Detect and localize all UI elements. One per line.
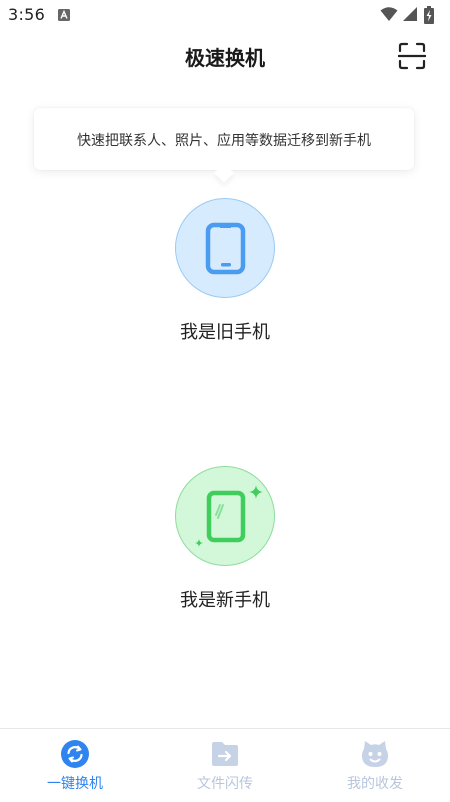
header: 极速换机 bbox=[0, 32, 450, 80]
nav-label-my-transfers: 我的收发 bbox=[347, 776, 403, 792]
new-phone-icon bbox=[195, 485, 263, 547]
new-phone-option[interactable]: 我是新手机 bbox=[125, 466, 325, 616]
notification-icon bbox=[58, 9, 70, 21]
nav-item-switch-phone[interactable]: 一键换机 bbox=[0, 729, 150, 802]
new-phone-circle bbox=[175, 466, 275, 566]
nav-item-my-transfers[interactable]: 我的收发 bbox=[300, 729, 450, 802]
status-bar: 3:56 bbox=[0, 0, 450, 32]
file-transfer-icon bbox=[212, 742, 238, 766]
signal-icon bbox=[403, 7, 417, 21]
old-phone-icon bbox=[205, 222, 246, 275]
bottom-nav: 一键换机 文件闪传 我的收发 bbox=[0, 728, 450, 802]
scan-button[interactable] bbox=[396, 40, 428, 72]
switch-phone-icon bbox=[61, 740, 89, 768]
scan-icon bbox=[398, 42, 426, 70]
nav-item-file-transfer[interactable]: 文件闪传 bbox=[150, 729, 300, 802]
page-title: 极速换机 bbox=[185, 46, 265, 70]
status-icons bbox=[380, 6, 442, 24]
status-time: 3:56 bbox=[8, 5, 46, 24]
tip-card: 快速把联系人、照片、应用等数据迁移到新手机 bbox=[34, 108, 414, 170]
nav-label-switch-phone: 一键换机 bbox=[47, 776, 103, 792]
new-phone-label: 我是新手机 bbox=[180, 590, 270, 611]
tip-text: 快速把联系人、照片、应用等数据迁移到新手机 bbox=[77, 133, 371, 149]
old-phone-circle bbox=[175, 198, 275, 298]
old-phone-label: 我是旧手机 bbox=[180, 322, 270, 343]
my-transfers-icon bbox=[362, 741, 388, 767]
old-phone-option[interactable]: 我是旧手机 bbox=[125, 198, 325, 348]
nav-label-file-transfer: 文件闪传 bbox=[197, 776, 253, 792]
wifi-icon bbox=[380, 7, 398, 21]
battery-icon bbox=[424, 6, 434, 24]
